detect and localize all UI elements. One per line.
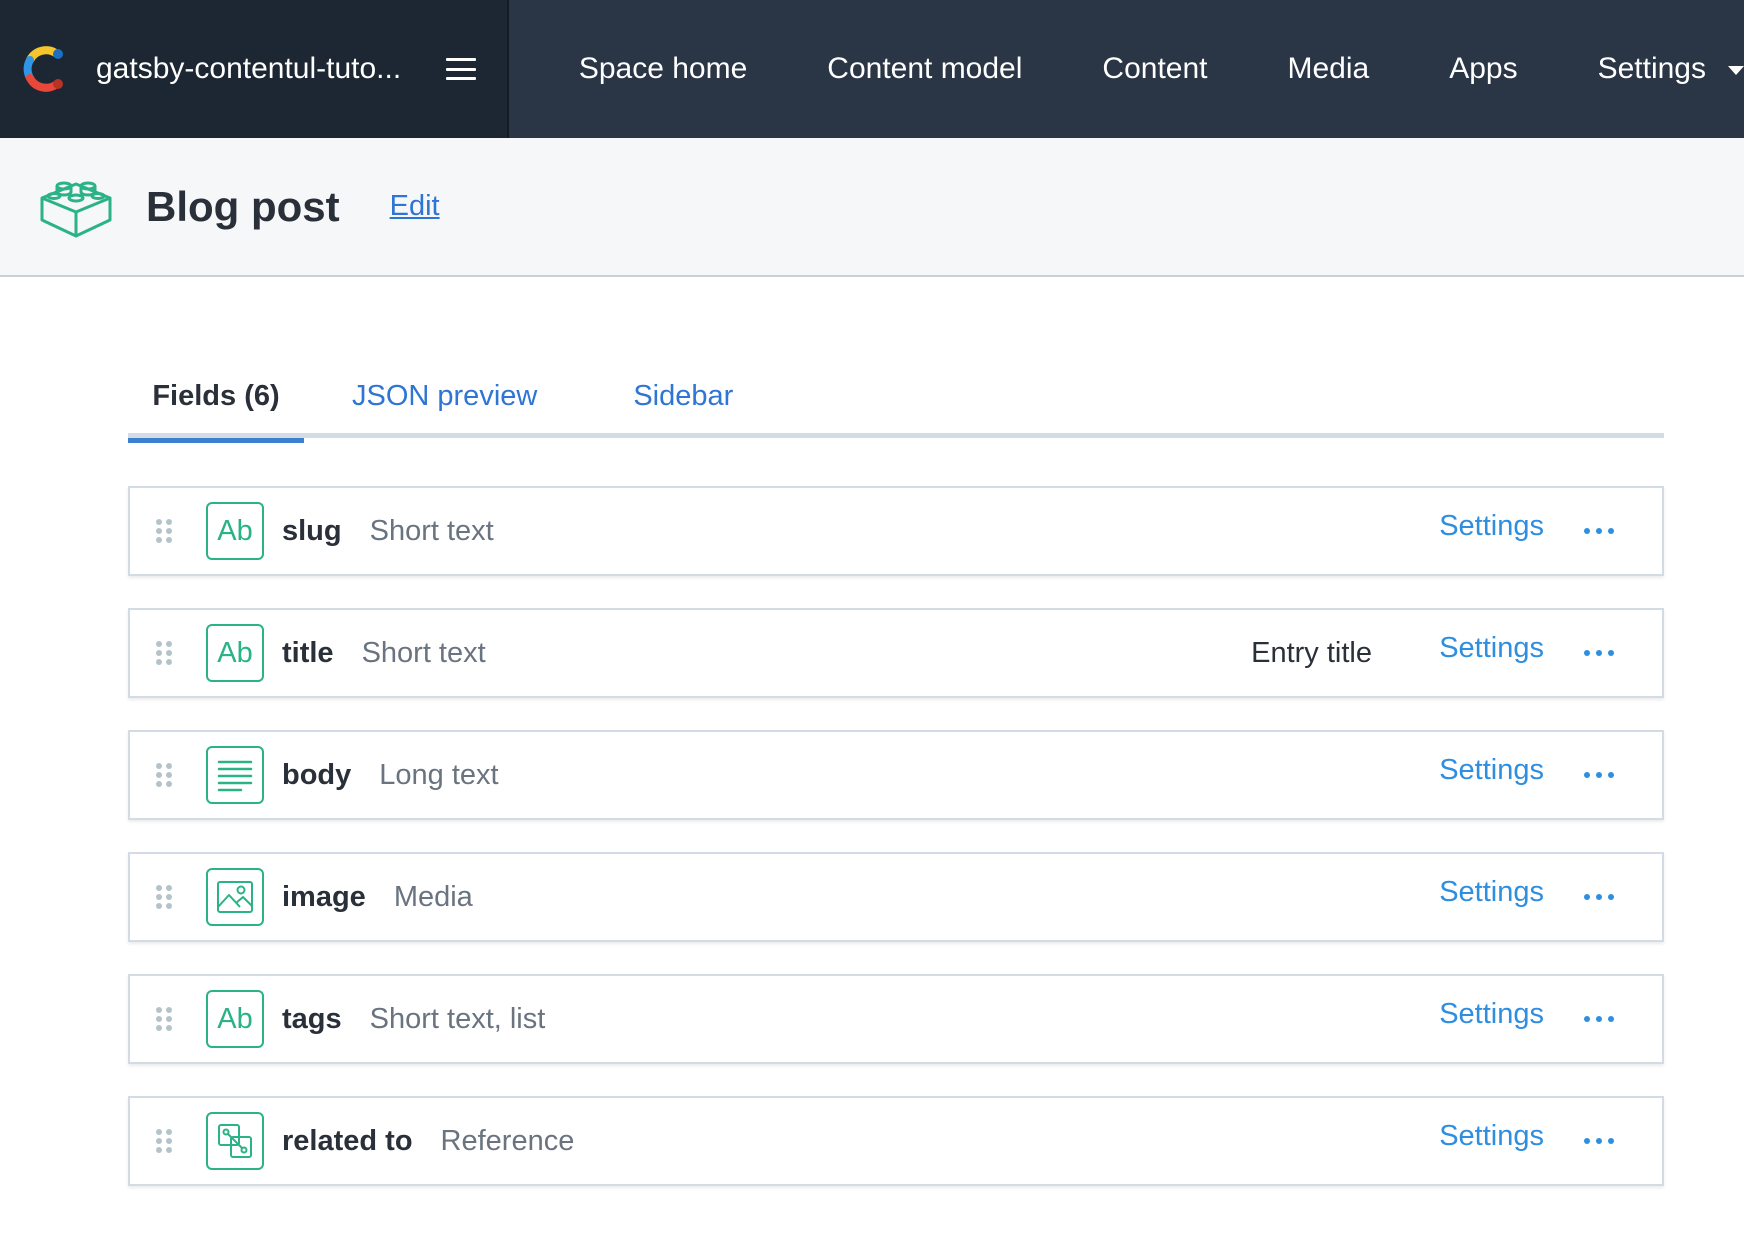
field-row-slug[interactable]: Ab slug Short text Settings bbox=[128, 486, 1664, 576]
field-row-related-to[interactable]: related to Reference Settings bbox=[128, 1096, 1664, 1186]
chevron-down-icon[interactable] bbox=[1728, 65, 1744, 75]
field-type: Reference bbox=[440, 1124, 575, 1157]
space-name[interactable]: gatsby-contentul-tuto... bbox=[96, 52, 416, 86]
drag-handle-icon[interactable] bbox=[156, 1129, 172, 1153]
more-actions-icon[interactable] bbox=[1584, 527, 1614, 535]
drag-handle-icon[interactable] bbox=[156, 885, 172, 909]
tab-sidebar[interactable]: Sidebar bbox=[633, 355, 733, 438]
field-type: Media bbox=[393, 880, 473, 913]
top-navigation-bar: gatsby-contentul-tuto... Space home Cont… bbox=[0, 0, 1744, 138]
reference-icon bbox=[206, 1112, 264, 1170]
main-nav: Space home Content model Content Media A… bbox=[509, 0, 1744, 138]
drag-handle-icon[interactable] bbox=[156, 763, 172, 787]
field-settings-link[interactable]: Settings bbox=[1439, 1120, 1544, 1153]
field-row-image[interactable]: image Media Settings bbox=[128, 852, 1664, 942]
more-actions-icon[interactable] bbox=[1584, 1015, 1614, 1023]
more-actions-icon[interactable] bbox=[1584, 1137, 1614, 1145]
entry-title-badge: Entry title bbox=[1251, 636, 1372, 669]
more-actions-icon[interactable] bbox=[1584, 771, 1614, 779]
field-type: Short text bbox=[369, 514, 494, 547]
page-title: Blog post bbox=[146, 182, 340, 230]
field-settings-link[interactable]: Settings bbox=[1439, 510, 1544, 543]
field-settings-link[interactable]: Settings bbox=[1439, 876, 1544, 909]
nav-apps[interactable]: Apps bbox=[1449, 52, 1517, 86]
field-name: body bbox=[282, 758, 352, 791]
drag-handle-icon[interactable] bbox=[156, 641, 172, 665]
field-name: tags bbox=[282, 1002, 342, 1035]
media-icon bbox=[206, 868, 264, 926]
short-text-icon: Ab bbox=[206, 502, 264, 560]
field-name: related to bbox=[282, 1124, 413, 1157]
field-type: Short text bbox=[361, 636, 486, 669]
tab-json-preview[interactable]: JSON preview bbox=[352, 355, 537, 438]
nav-media[interactable]: Media bbox=[1287, 52, 1369, 86]
tab-fields[interactable]: Fields (6) bbox=[128, 355, 304, 443]
field-name: image bbox=[282, 880, 366, 913]
edit-link[interactable]: Edit bbox=[390, 190, 440, 223]
tab-bar: Fields (6) JSON preview Sidebar bbox=[128, 355, 1664, 443]
field-name: slug bbox=[282, 514, 342, 547]
field-type: Long text bbox=[379, 758, 499, 791]
short-text-icon: Ab bbox=[206, 624, 264, 682]
field-settings-link[interactable]: Settings bbox=[1439, 754, 1544, 787]
field-settings-link[interactable]: Settings bbox=[1439, 998, 1544, 1031]
drag-handle-icon[interactable] bbox=[156, 1007, 172, 1031]
more-actions-icon[interactable] bbox=[1584, 893, 1614, 901]
short-text-icon: Ab bbox=[206, 990, 264, 1048]
field-settings-link[interactable]: Settings bbox=[1439, 632, 1544, 665]
nav-content-model[interactable]: Content model bbox=[827, 52, 1022, 86]
fields-list: Ab slug Short text Settings Ab title Sho… bbox=[128, 486, 1664, 1218]
long-text-icon bbox=[206, 746, 264, 804]
page-header: Blog post Edit bbox=[0, 138, 1744, 277]
nav-content[interactable]: Content bbox=[1102, 52, 1207, 86]
space-switcher[interactable]: gatsby-contentul-tuto... bbox=[0, 0, 509, 138]
field-row-tags[interactable]: Ab tags Short text, list Settings bbox=[128, 974, 1664, 1064]
field-name: title bbox=[282, 636, 334, 669]
content-type-icon bbox=[40, 181, 112, 237]
more-actions-icon[interactable] bbox=[1584, 649, 1614, 657]
field-row-body[interactable]: body Long text Settings bbox=[128, 730, 1664, 820]
contentful-logo-icon bbox=[23, 46, 63, 92]
nav-settings[interactable]: Settings bbox=[1598, 52, 1706, 86]
nav-space-home[interactable]: Space home bbox=[579, 52, 747, 86]
drag-handle-icon[interactable] bbox=[156, 519, 172, 543]
field-row-title[interactable]: Ab title Short text Entry title Settings bbox=[128, 608, 1664, 698]
hamburger-menu-icon[interactable] bbox=[446, 58, 476, 80]
field-type: Short text, list bbox=[369, 1002, 546, 1035]
